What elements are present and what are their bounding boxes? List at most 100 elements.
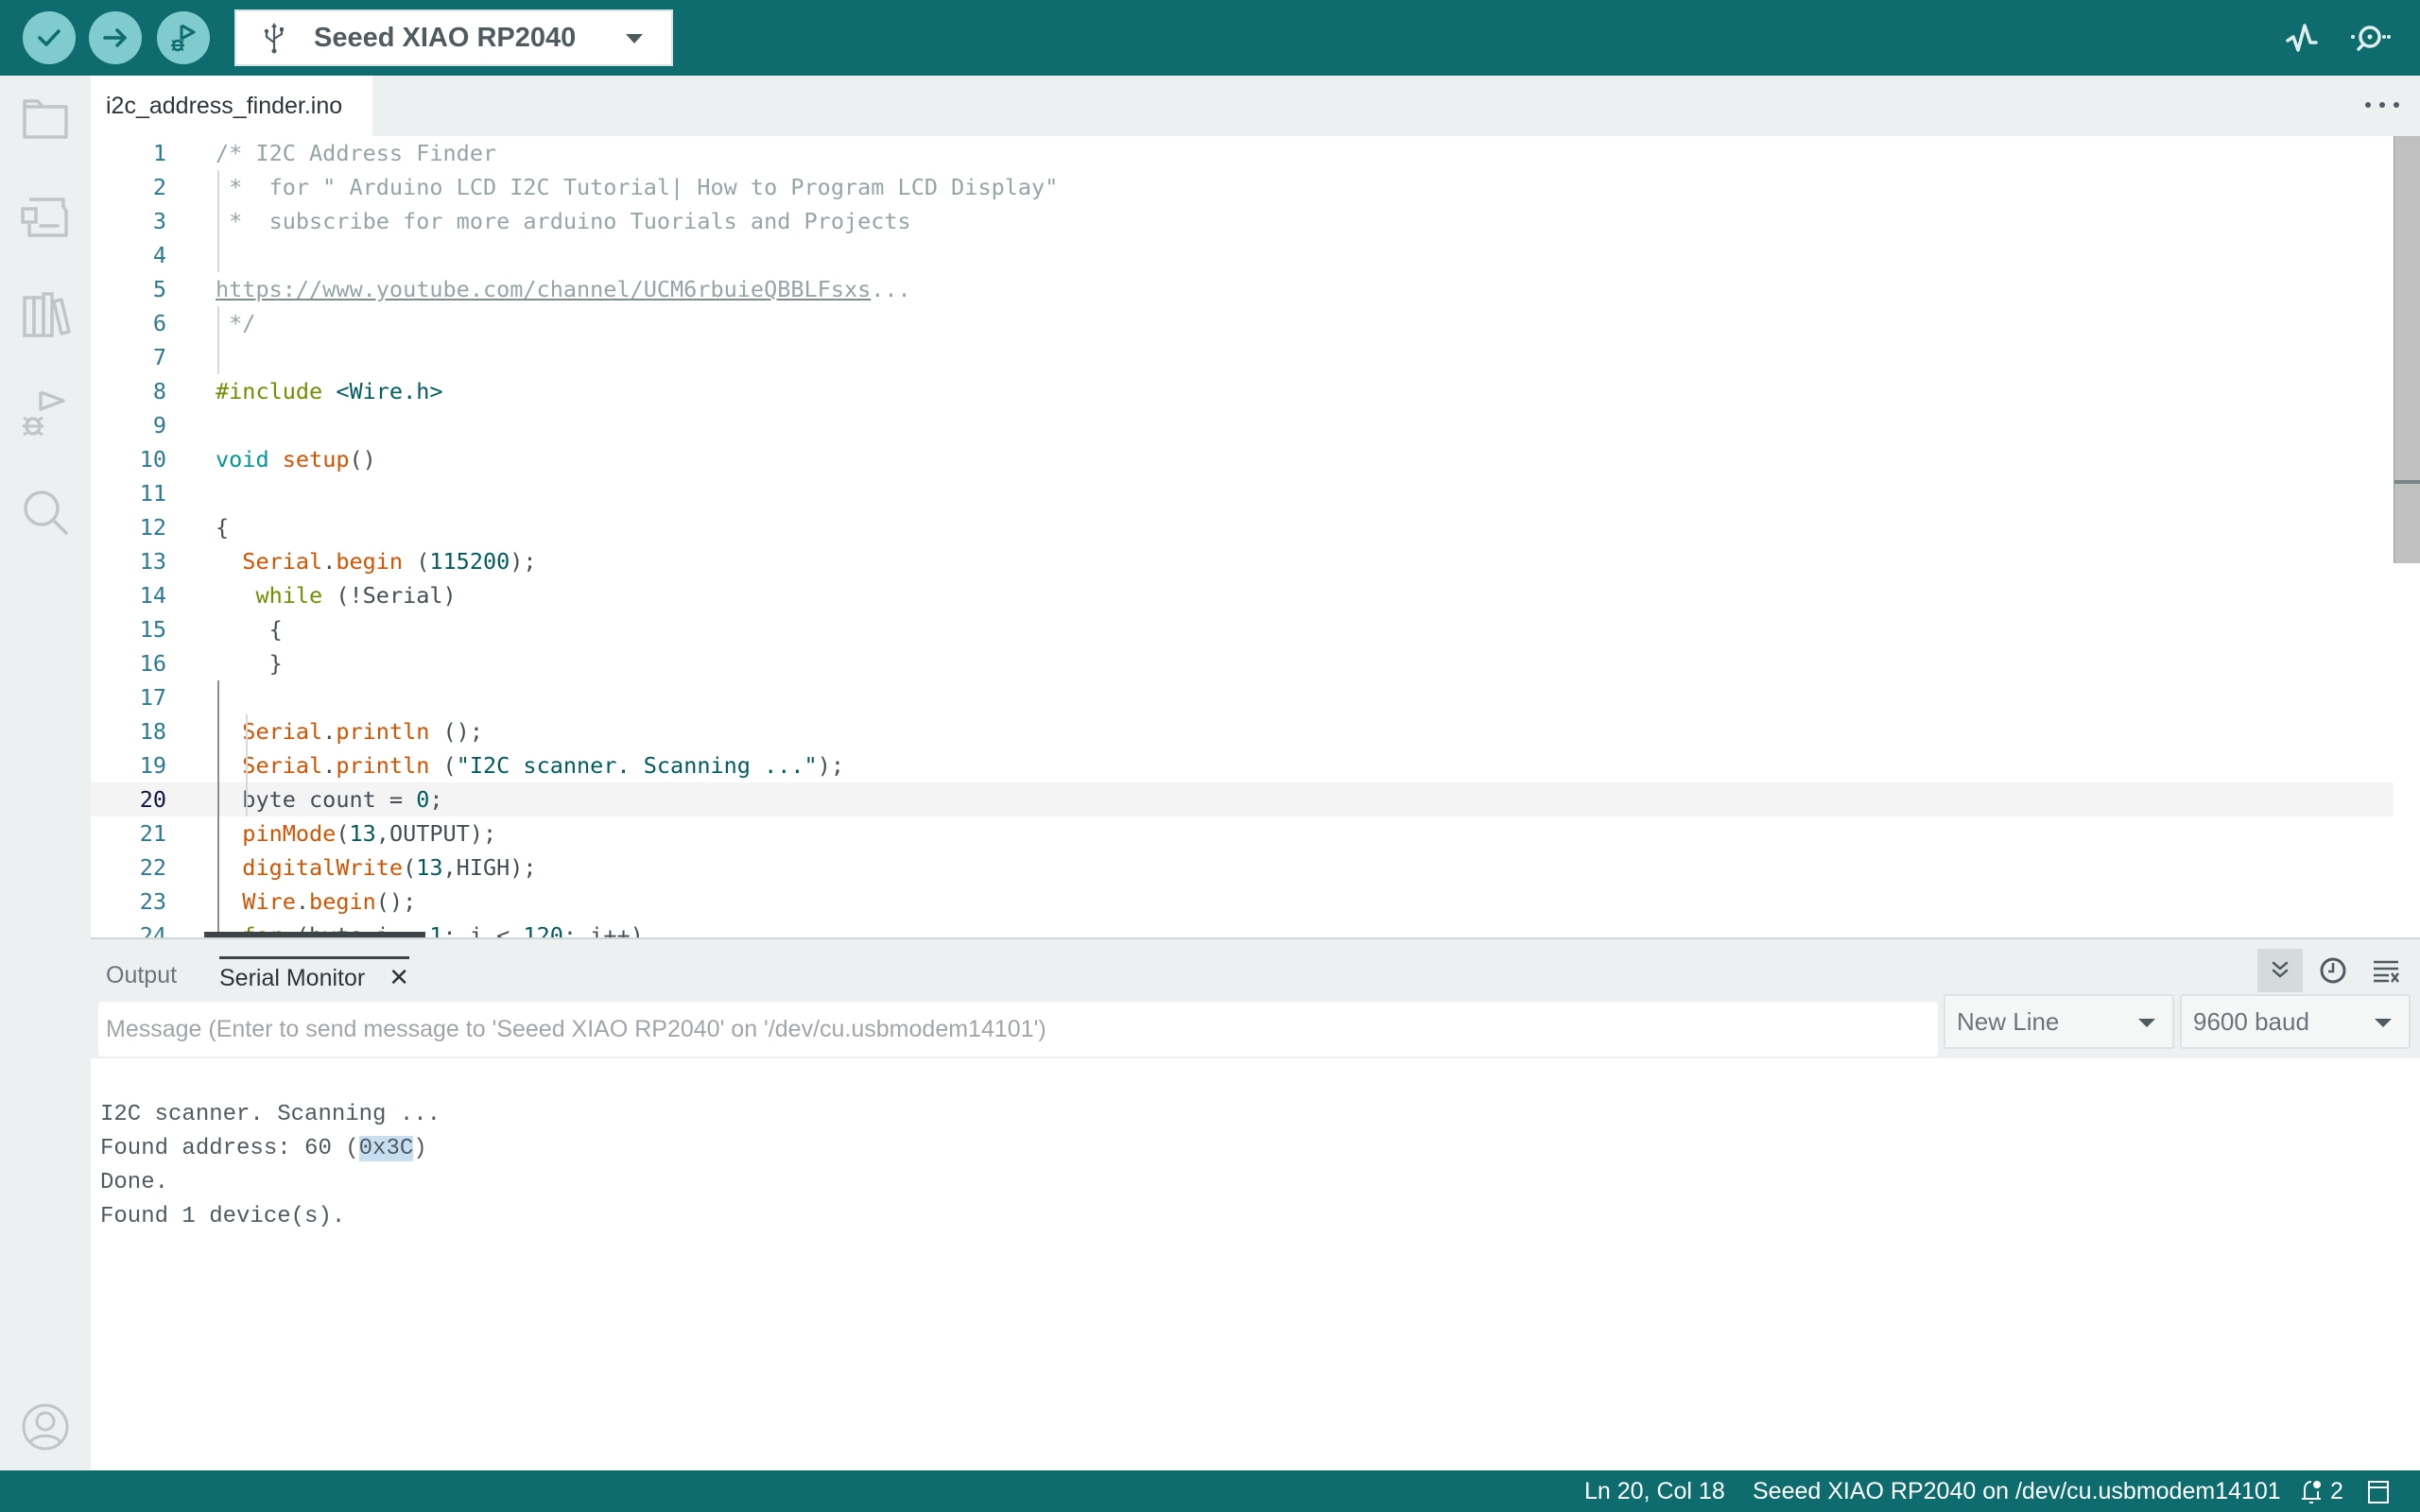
code-token: begin bbox=[309, 888, 376, 915]
code-line[interactable]: 4 bbox=[91, 238, 2394, 272]
code-line[interactable]: 2 * for " Arduino LCD I2C Tutorial| How … bbox=[91, 170, 2394, 204]
code-text: https://www.youtube.com/channel/UCM6rbui… bbox=[216, 272, 911, 306]
line-ending-select[interactable]: New Line bbox=[1944, 994, 2174, 1049]
code-editor[interactable]: 1 /* I2C Address Finder 2 * for " Arduino … bbox=[91, 136, 2420, 937]
code-token: ( bbox=[429, 752, 457, 779]
code-token: pinMode bbox=[242, 820, 337, 847]
code-line[interactable]: 18 Serial.println (); bbox=[91, 714, 2394, 748]
code-text: /* I2C Address Finder bbox=[216, 136, 496, 170]
code-line[interactable]: 24 for (byte i = 1; i < 120; i++) bbox=[91, 919, 2394, 937]
line-number: 13 bbox=[139, 548, 166, 575]
line-number: 17 bbox=[139, 684, 166, 711]
code-text: Serial.println (); bbox=[216, 714, 483, 748]
more-dots-icon[interactable] bbox=[2365, 91, 2399, 119]
code-line[interactable]: 5 https://www.youtube.com/channel/UCM6rbu… bbox=[91, 272, 2394, 306]
panel-header: Output Serial Monitor ✕ New Line 9600 ba… bbox=[91, 937, 2420, 1058]
code-token: (); bbox=[429, 718, 483, 745]
line-number: 7 bbox=[152, 344, 166, 370]
sidebar-item-boards-manager[interactable] bbox=[19, 191, 72, 244]
debug-button[interactable] bbox=[157, 11, 210, 64]
code-token: 120 bbox=[523, 922, 563, 937]
serial-output[interactable]: I2C scanner. Scanning ... Found address: … bbox=[100, 1098, 441, 1234]
code-token: } bbox=[216, 650, 283, 677]
code-token: . bbox=[322, 548, 337, 575]
code-line[interactable]: 3 * subscribe for more arduino Tuorials … bbox=[91, 204, 2394, 238]
code-line[interactable]: 12 { bbox=[91, 510, 2394, 544]
serial-output-line: Done. bbox=[100, 1170, 169, 1195]
sidebar-item-sketchbook[interactable] bbox=[19, 93, 72, 146]
toggle-panel-button[interactable] bbox=[2367, 1470, 2390, 1512]
close-icon[interactable]: ✕ bbox=[389, 961, 409, 993]
code-token: ( bbox=[403, 854, 417, 881]
magnifier-dots-icon bbox=[2351, 26, 2391, 51]
profile-button[interactable] bbox=[19, 1400, 72, 1453]
notifications-button[interactable]: 2 bbox=[2299, 1470, 2343, 1512]
code-line[interactable]: 23 Wire.begin(); bbox=[91, 885, 2394, 919]
line-number: 18 bbox=[139, 718, 166, 745]
code-token: */ bbox=[216, 310, 256, 336]
cursor-position[interactable]: Ln 20, Col 18 bbox=[1584, 1470, 1725, 1512]
board-name: Seeed XIAO RP2040 bbox=[314, 22, 577, 53]
code-token: setup bbox=[282, 446, 350, 472]
indent-guide bbox=[217, 306, 219, 374]
line-number: 5 bbox=[152, 276, 166, 302]
user-circle-icon bbox=[22, 1403, 69, 1451]
code-link[interactable]: https://www.youtube.com/channel/UCM6rbui… bbox=[216, 276, 871, 302]
code-line[interactable]: 14 while (!Serial) bbox=[91, 578, 2394, 612]
code-line[interactable]: 8 #include <Wire.h> bbox=[91, 374, 2394, 408]
code-text: */ bbox=[216, 306, 255, 340]
serial-plotter-button[interactable] bbox=[2281, 17, 2325, 60]
code-line[interactable]: 17 bbox=[91, 680, 2394, 714]
serial-monitor-button[interactable] bbox=[2348, 17, 2392, 60]
code-token: (); bbox=[375, 888, 417, 915]
code-line[interactable]: 9 bbox=[91, 408, 2394, 442]
board-selector[interactable]: Seeed XIAO RP2040 bbox=[234, 9, 673, 66]
code-line[interactable]: 7 bbox=[91, 340, 2394, 374]
tab-serial-monitor[interactable]: Serial Monitor ✕ bbox=[219, 956, 409, 994]
code-line[interactable]: 1 /* I2C Address Finder bbox=[91, 136, 2394, 170]
board-port-status[interactable]: Seeed XIAO RP2040 on /dev/cu.usbmodem141… bbox=[1753, 1470, 2281, 1512]
code-token: 0 bbox=[416, 786, 430, 813]
vertical-scrollbar[interactable] bbox=[2394, 136, 2420, 563]
code-text: #include <Wire.h> bbox=[216, 374, 443, 408]
sidebar-item-search[interactable] bbox=[19, 486, 72, 539]
code-text: pinMode(13,OUTPUT); bbox=[216, 816, 496, 850]
code-line[interactable]: 19 Serial.println ("I2C scanner. Scannin… bbox=[91, 748, 2394, 782]
bell-icon bbox=[2302, 1481, 2321, 1504]
code-token: { bbox=[216, 616, 283, 643]
code-line[interactable]: 6 */ bbox=[91, 306, 2394, 340]
code-line[interactable]: 15 { bbox=[91, 612, 2394, 646]
line-number: 24 bbox=[139, 922, 166, 937]
code-line[interactable]: 10 void setup() bbox=[91, 442, 2394, 476]
autoscroll-toggle[interactable] bbox=[2257, 949, 2303, 992]
code-line[interactable]: 16 } bbox=[91, 646, 2394, 680]
code-text: Serial.begin (115200); bbox=[216, 544, 536, 578]
line-number: 9 bbox=[152, 412, 166, 438]
timestamp-toggle[interactable] bbox=[2310, 949, 2356, 992]
debug-icon bbox=[23, 390, 65, 437]
upload-button[interactable] bbox=[89, 11, 142, 64]
clock-icon bbox=[2320, 957, 2346, 984]
serial-message-input[interactable] bbox=[98, 1002, 1938, 1057]
code-line[interactable]: 21 pinMode(13,OUTPUT); bbox=[91, 816, 2394, 850]
code-token: . bbox=[322, 718, 337, 745]
library-icon bbox=[23, 292, 71, 337]
sidebar-item-debug[interactable] bbox=[19, 387, 72, 440]
baud-rate-select[interactable]: 9600 baud bbox=[2180, 994, 2411, 1049]
line-number: 2 bbox=[152, 174, 166, 200]
tab-output-label: Output bbox=[106, 962, 178, 988]
code-line[interactable]: 13 Serial.begin (115200); bbox=[91, 544, 2394, 578]
line-number: 20 bbox=[139, 786, 166, 813]
code-line[interactable]: 22 digitalWrite(13,HIGH); bbox=[91, 850, 2394, 885]
code-line[interactable]: 20 byte count = 0; bbox=[91, 782, 2394, 816]
tab-i2c-address-finder[interactable]: i2c_address_finder.ino bbox=[91, 76, 372, 136]
code-token: ; i < bbox=[442, 922, 524, 937]
sidebar-item-library-manager[interactable] bbox=[19, 289, 72, 342]
checkmark-icon bbox=[38, 29, 60, 46]
tab-output[interactable]: Output bbox=[106, 956, 177, 994]
verify-button[interactable] bbox=[23, 11, 76, 64]
code-line[interactable]: 11 bbox=[91, 476, 2394, 510]
cursor-position-marker bbox=[2394, 480, 2420, 484]
code-token: ; bbox=[429, 786, 443, 813]
clear-output-button[interactable] bbox=[2363, 949, 2409, 992]
